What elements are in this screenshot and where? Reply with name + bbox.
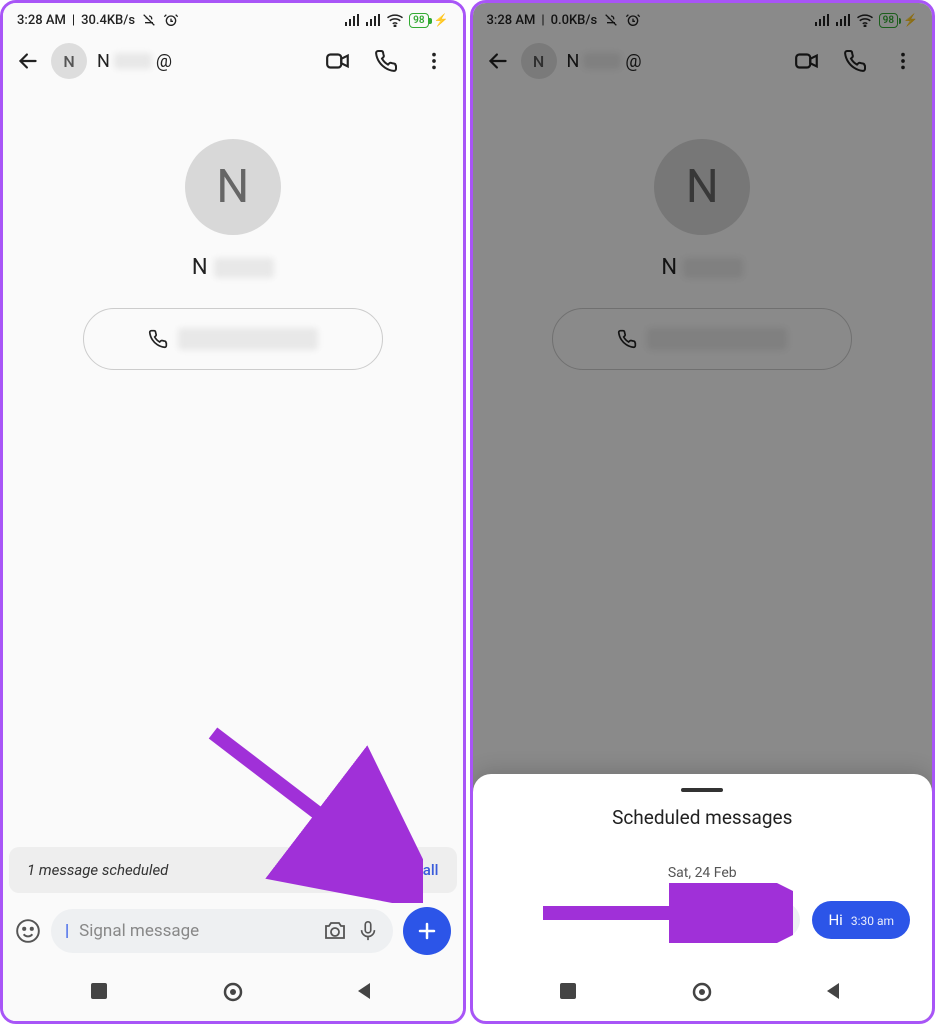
signal-icon <box>344 13 360 27</box>
calendar-icon[interactable] <box>764 902 800 938</box>
app-header: N N @ <box>473 33 933 89</box>
contact-name: N <box>661 255 743 280</box>
nav-back[interactable] <box>824 981 846 1003</box>
attach-button[interactable] <box>403 907 451 955</box>
charging-icon: ⚡ <box>903 13 918 27</box>
back-button[interactable] <box>15 48 41 74</box>
status-time: 3:28 AM <box>17 13 66 28</box>
menu-button[interactable] <box>890 48 916 74</box>
message-input[interactable]: | Signal message <box>51 909 393 953</box>
back-button[interactable] <box>485 48 511 74</box>
nav-recent[interactable] <box>89 981 111 1003</box>
input-placeholder: Signal message <box>79 921 312 941</box>
see-all-link[interactable]: See all <box>394 861 439 879</box>
wifi-icon <box>856 13 874 27</box>
chat-body: N N <box>3 89 463 847</box>
scheduled-text: 1 message scheduled <box>27 861 168 879</box>
phone-number-button[interactable] <box>83 308 383 370</box>
blurred-text <box>647 328 787 350</box>
message-time: 3:30 am <box>851 914 894 928</box>
app-header: N N @ <box>3 33 463 89</box>
signal-icon <box>835 13 851 27</box>
signal-icon <box>814 13 830 27</box>
blurred-text <box>583 53 621 69</box>
blurred-text <box>178 328 318 350</box>
phone-icon <box>617 329 637 349</box>
status-time: 3:28 AM <box>487 13 536 28</box>
scheduled-banner: 1 message scheduled See all <box>9 847 457 893</box>
scheduled-message-row: Hi 3:30 am <box>473 901 933 967</box>
nav-back[interactable] <box>355 981 377 1003</box>
battery-icon: 98 <box>879 13 898 28</box>
mic-icon[interactable] <box>357 920 379 942</box>
phone-icon <box>148 329 168 349</box>
phone-left: 3:28 AM | 30.4KB/s 98 ⚡ <box>0 0 466 1024</box>
blurred-text <box>114 53 152 69</box>
avatar-large[interactable]: N <box>654 139 750 235</box>
status-bar: 3:28 AM | 0.0KB/s 98 ⚡ <box>473 3 933 33</box>
charging-icon: ⚡ <box>434 13 449 27</box>
video-call-button[interactable] <box>794 48 820 74</box>
nav-home[interactable] <box>691 981 713 1003</box>
scheduled-message-bubble[interactable]: Hi 3:30 am <box>812 901 910 939</box>
status-bar: 3:28 AM | 30.4KB/s 98 ⚡ <box>3 3 463 33</box>
avatar-large[interactable]: N <box>185 139 281 235</box>
avatar-small[interactable]: N <box>521 43 557 79</box>
nav-home[interactable] <box>222 981 244 1003</box>
emoji-button[interactable] <box>15 918 41 944</box>
voice-call-button[interactable] <box>842 48 868 74</box>
scheduled-sheet[interactable]: Scheduled messages Sat, 24 Feb Hi 3:30 a… <box>473 774 933 1021</box>
input-bar: | Signal message <box>3 901 463 967</box>
phone-right: 3:28 AM | 0.0KB/s 98 ⚡ <box>470 0 935 1024</box>
header-contact-name[interactable]: N @ <box>97 51 315 72</box>
phone-number-button[interactable] <box>552 308 852 370</box>
sheet-date: Sat, 24 Feb <box>473 865 933 881</box>
voice-call-button[interactable] <box>373 48 399 74</box>
mute-icon <box>141 12 157 28</box>
sheet-title: Scheduled messages <box>473 806 933 829</box>
mute-icon <box>603 12 619 28</box>
avatar-small[interactable]: N <box>51 43 87 79</box>
android-nav-bar <box>3 967 463 1021</box>
video-call-button[interactable] <box>325 48 351 74</box>
blurred-text <box>683 258 743 278</box>
header-contact-name[interactable]: N @ <box>567 51 785 72</box>
android-nav-bar <box>473 967 933 1021</box>
battery-icon: 98 <box>409 13 428 28</box>
menu-button[interactable] <box>421 48 447 74</box>
alarm-icon <box>163 12 179 28</box>
message-text: Hi <box>828 911 842 929</box>
camera-icon[interactable] <box>323 919 347 943</box>
blurred-text <box>214 258 274 278</box>
contact-name: N <box>192 255 274 280</box>
wifi-icon <box>386 13 404 27</box>
signal-icon <box>365 13 381 27</box>
status-speed: 30.4KB/s <box>81 13 135 28</box>
sheet-handle[interactable] <box>681 788 723 792</box>
alarm-icon <box>625 12 641 28</box>
status-speed: 0.0KB/s <box>551 13 598 28</box>
nav-recent[interactable] <box>558 981 580 1003</box>
